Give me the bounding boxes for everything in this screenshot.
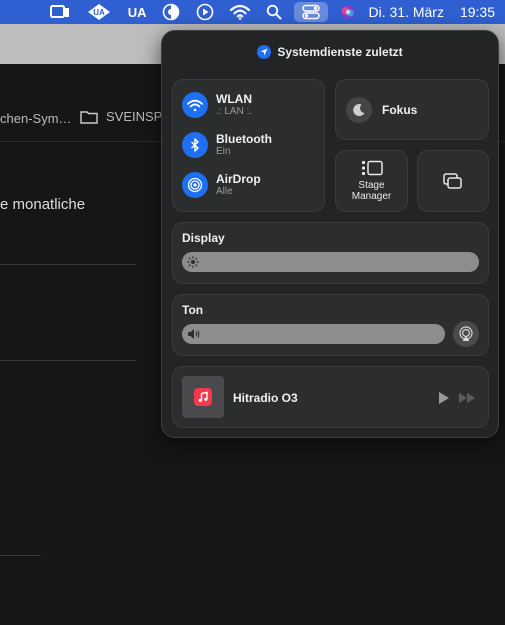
airdrop-toggle[interactable]: AirDrop Alle xyxy=(182,172,261,198)
screen-mirroring-icon xyxy=(443,173,462,189)
divider xyxy=(0,360,136,361)
svg-text:UA: UA xyxy=(93,8,105,17)
focus-button[interactable]: Fokus xyxy=(335,79,489,140)
now-playing-module: Hitradio O3 xyxy=(172,366,489,428)
volume-slider[interactable] xyxy=(182,324,445,344)
menubar-time[interactable]: 19:35 xyxy=(452,0,495,24)
screen-mirroring-button[interactable] xyxy=(417,150,489,212)
airplay-audio-icon xyxy=(459,326,473,341)
music-app-icon xyxy=(194,388,212,406)
stage-manager-button[interactable]: Stage Manager xyxy=(335,150,408,212)
bookmark-item[interactable]: chen-Sym… xyxy=(0,111,72,126)
location-services-label: Systemdienste zuletzt xyxy=(277,45,403,59)
ua-label[interactable]: UA xyxy=(120,0,155,24)
display-title: Display xyxy=(182,231,225,245)
sound-module: Ton xyxy=(172,294,489,356)
stage-manager-icon xyxy=(361,160,383,176)
menu-bar: UA UA Di. 31. März 19:35 xyxy=(0,0,505,24)
bluetooth-icon xyxy=(182,132,208,158)
control-center-panel: Systemdienste zuletzt WLAN .: LAN :. Blu… xyxy=(161,30,499,438)
display-module: Display xyxy=(172,222,489,284)
display-mirror-icon[interactable] xyxy=(42,0,78,24)
play-circle-icon[interactable] xyxy=(188,0,222,24)
airdrop-title: AirDrop xyxy=(216,172,261,186)
wifi-icon[interactable] xyxy=(222,0,258,24)
bluetooth-subtitle: Ein xyxy=(216,146,231,157)
divider xyxy=(0,555,41,556)
bookmark-folder[interactable]: SVEINSPR xyxy=(80,109,172,124)
control-center-icon[interactable] xyxy=(294,2,329,22)
airplay-audio-button[interactable] xyxy=(453,321,479,347)
album-art[interactable] xyxy=(182,376,224,418)
volume-fill xyxy=(182,324,445,344)
sun-icon xyxy=(187,256,199,268)
search-icon[interactable] xyxy=(258,0,290,24)
stage-manager-label: Stage Manager xyxy=(351,180,392,202)
airdrop-subtitle: Alle xyxy=(216,186,233,197)
siri-icon[interactable] xyxy=(332,0,364,24)
page-text: e monatliche xyxy=(0,196,86,213)
moon-icon xyxy=(346,96,372,123)
focus-label: Fokus xyxy=(382,102,418,117)
divider xyxy=(0,264,136,265)
brightness-fill xyxy=(182,252,479,272)
brightness-slider[interactable] xyxy=(182,252,479,272)
wifi-icon xyxy=(182,92,208,118)
folder-icon xyxy=(80,110,98,124)
focus-half-icon[interactable] xyxy=(154,0,188,24)
bluetooth-toggle[interactable]: Bluetooth Ein xyxy=(182,132,272,158)
menubar-date[interactable]: Di. 31. März xyxy=(364,0,451,24)
wlan-toggle[interactable]: WLAN .: LAN :. xyxy=(182,92,252,118)
sound-title: Ton xyxy=(182,303,204,317)
fast-forward-icon[interactable] xyxy=(458,392,476,404)
universal-audio-icon[interactable]: UA xyxy=(78,0,120,24)
wlan-title: WLAN xyxy=(216,92,252,106)
location-arrow-icon xyxy=(257,45,272,59)
speaker-icon xyxy=(188,329,200,339)
play-icon[interactable] xyxy=(438,391,450,405)
wlan-subtitle: .: LAN :. xyxy=(216,106,253,117)
location-services-header[interactable]: Systemdienste zuletzt xyxy=(162,45,498,59)
network-card: WLAN .: LAN :. Bluetooth Ein AirDrop All… xyxy=(172,79,325,212)
bluetooth-title: Bluetooth xyxy=(216,132,272,146)
airdrop-icon xyxy=(182,172,208,198)
now-playing-title: Hitradio O3 xyxy=(233,391,298,405)
